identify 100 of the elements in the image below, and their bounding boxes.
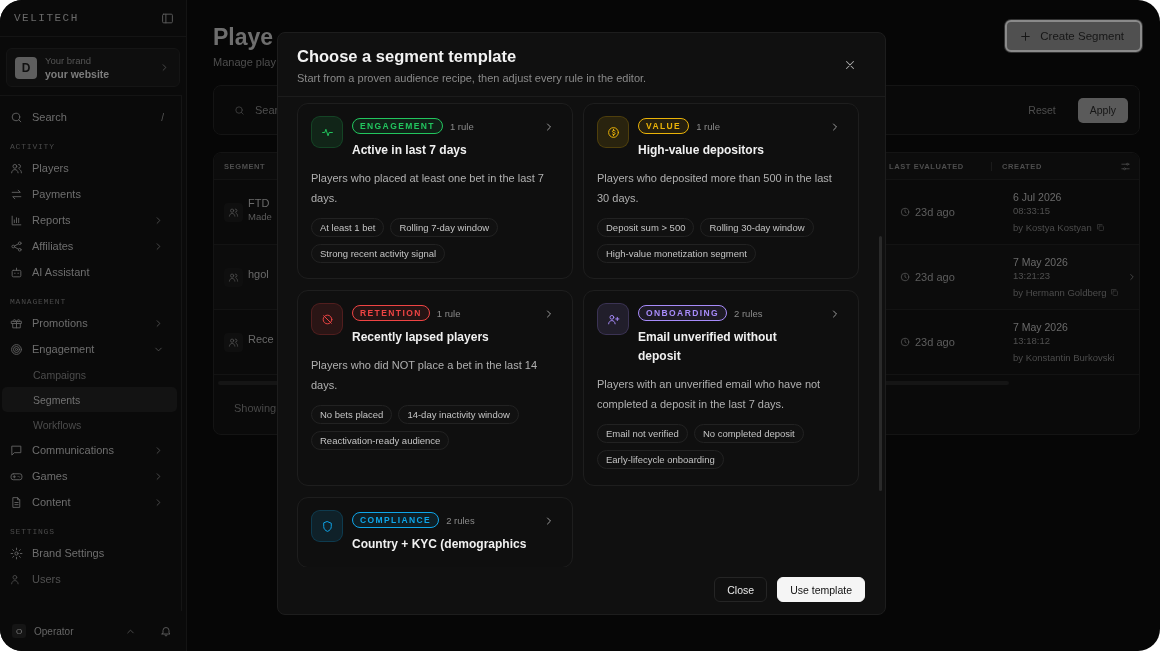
category-tag: ENGAGEMENT <box>352 118 443 134</box>
template-title: Email unverified without deposit <box>638 329 778 365</box>
search-icon <box>234 104 245 116</box>
nav-item[interactable]: Users <box>0 566 181 592</box>
clock-icon <box>900 272 910 282</box>
modal-title: Choose a segment template <box>297 47 518 66</box>
template-icon <box>311 303 343 335</box>
close-icon[interactable] <box>843 58 857 72</box>
rule-count: 2 rules <box>734 307 763 319</box>
nav-item[interactable]: AI Assistant <box>0 259 181 285</box>
segment-note: Made <box>248 210 272 222</box>
page-title: Playe <box>213 23 275 51</box>
section-title: MANAGEMENT <box>9 297 67 306</box>
chat-icon <box>10 443 23 457</box>
nav-subitem[interactable]: Segments <box>2 387 177 412</box>
gift-icon <box>10 316 23 330</box>
plus-icon <box>1019 29 1033 43</box>
brand-name: your website <box>45 68 111 80</box>
user-avatar: O <box>12 624 26 638</box>
template-card[interactable]: ENGAGEMENT 1 rule Active in last 7 days Players who placed at least one bet in the last 7 days. At least 1 bet Rolling 7-day window Strong recent activity signal <box>297 103 573 279</box>
rule-chip: 14-day inactivity window <box>398 405 519 424</box>
sliders-icon[interactable] <box>1120 160 1131 172</box>
nav-item[interactable]: Content <box>0 489 181 515</box>
rule-chip: Email not verified <box>597 424 688 443</box>
create-segment-button[interactable]: Create Segment <box>1005 20 1142 52</box>
rule-count: 1 rule <box>696 120 720 132</box>
brand-switcher[interactable]: D Your brand your website <box>6 48 180 87</box>
template-icon <box>597 303 629 335</box>
clock-icon <box>900 337 910 347</box>
template-icon <box>597 116 629 148</box>
nav-item[interactable]: Players <box>0 155 181 181</box>
users-icon <box>224 332 243 352</box>
rule-count: 2 rules <box>446 514 475 526</box>
rule-chip: Early-lifecycle onboarding <box>597 450 724 469</box>
copy-icon[interactable] <box>1095 223 1105 232</box>
template-title: Active in last 7 days <box>352 142 468 159</box>
nav-item[interactable]: Brand Settings <box>0 540 181 566</box>
nav-subitem[interactable]: Campaigns <box>2 362 177 387</box>
template-card[interactable] <box>583 290 859 486</box>
brand-label: Your brand <box>45 55 93 66</box>
template-description: Players who did NOT place a bet in the last 14 days. <box>311 358 539 393</box>
rule-count: 1 rule <box>436 307 461 319</box>
template-card[interactable]: COMPLIANCE 2 rules Country + KYC (demographics <box>297 497 573 567</box>
brand-avatar: D <box>15 56 37 79</box>
template-description: Players with an unverified email who have not completed a deposit in the last 7 days. <box>597 377 822 412</box>
reset-button[interactable]: Reset <box>1020 104 1064 116</box>
template-card[interactable]: RETENTION 1 rule Recently lapsed players Players who did NOT place a bet in the last 14 days. No bets placed 14-day inactivity window Reactivation-ready audience <box>297 290 573 486</box>
bell-icon[interactable] <box>160 625 172 637</box>
segment-name: Rece <box>248 333 274 345</box>
segment-name: hgol <box>248 268 269 280</box>
last-evaluated: 23d ago <box>915 206 955 218</box>
created-date: 7 May 2026 <box>1013 321 1069 333</box>
template-card[interactable]: VALUE 1 rule High-value depositors Players who deposited more than 500 in the last 30 days. Deposit sum > 500 Rolling 30-day window High-value monetization segment <box>583 103 859 279</box>
user-name: Operator <box>34 625 75 637</box>
rule-chip: No bets placed <box>311 405 393 424</box>
created-time: 08:33:15 <box>1013 205 1051 216</box>
nav-item[interactable]: Payments <box>0 181 181 207</box>
section-title: SETTINGS <box>9 527 56 536</box>
use-template-button[interactable]: Use template <box>777 577 865 602</box>
nav-item[interactable]: Communications <box>0 437 181 463</box>
modal-subtitle: Start from a proven audience recipe, then adjust every rule in the editor. <box>297 72 647 84</box>
created-by: by Hermann Goldberg <box>1013 287 1107 298</box>
document-icon <box>10 495 23 509</box>
sidebar-toggle-icon[interactable] <box>161 11 174 25</box>
nav-item[interactable]: Affiliates <box>0 233 181 259</box>
template-title: Recently lapsed players <box>352 329 490 346</box>
template-title: High-value depositors <box>638 142 766 159</box>
page-subtitle: Manage play <box>213 56 276 68</box>
close-button[interactable]: Close <box>714 577 768 602</box>
robot-icon <box>10 265 23 279</box>
rule-chip: Deposit sum > 500 <box>597 218 695 237</box>
template-description: Players who placed at least one bet in the last 7 days. <box>311 171 545 206</box>
chevron-right-icon[interactable] <box>1127 272 1137 282</box>
logo: VELITECH <box>14 12 79 24</box>
created-time: 13:21:23 <box>1013 270 1051 281</box>
target-icon <box>10 342 23 356</box>
clock-icon <box>900 207 910 217</box>
rule-chip: At least 1 bet <box>311 218 385 237</box>
shortcut-key: / <box>161 111 164 123</box>
nav-item[interactable]: Promotions <box>0 310 181 336</box>
nav-item[interactable]: Engagement <box>0 336 181 362</box>
apply-button[interactable]: Apply <box>1077 97 1128 123</box>
users-icon <box>10 161 23 175</box>
segment-name: FTD <box>248 196 271 209</box>
search-item[interactable]: Search / <box>0 104 181 130</box>
template-icon <box>311 116 343 148</box>
section-title: ACTIVITY <box>9 142 56 151</box>
copy-icon[interactable] <box>1110 288 1120 297</box>
rule-chip: Reactivation-ready audience <box>311 431 450 450</box>
share-icon <box>10 239 23 253</box>
category-tag: COMPLIANCE <box>352 512 440 528</box>
rule-chip: Strong recent activity signal <box>311 244 446 263</box>
rule-chip: Rolling 30-day window <box>700 218 814 237</box>
nav-item[interactable]: Games <box>0 463 181 489</box>
template-title: Country + KYC (demographics <box>352 536 528 553</box>
nav-subitem[interactable]: Workflows <box>2 412 177 437</box>
nav-item[interactable]: Reports <box>0 207 181 233</box>
template-icon <box>311 510 343 542</box>
last-evaluated: 23d ago <box>915 336 955 348</box>
created-date: 6 Jul 2026 <box>1013 191 1063 203</box>
